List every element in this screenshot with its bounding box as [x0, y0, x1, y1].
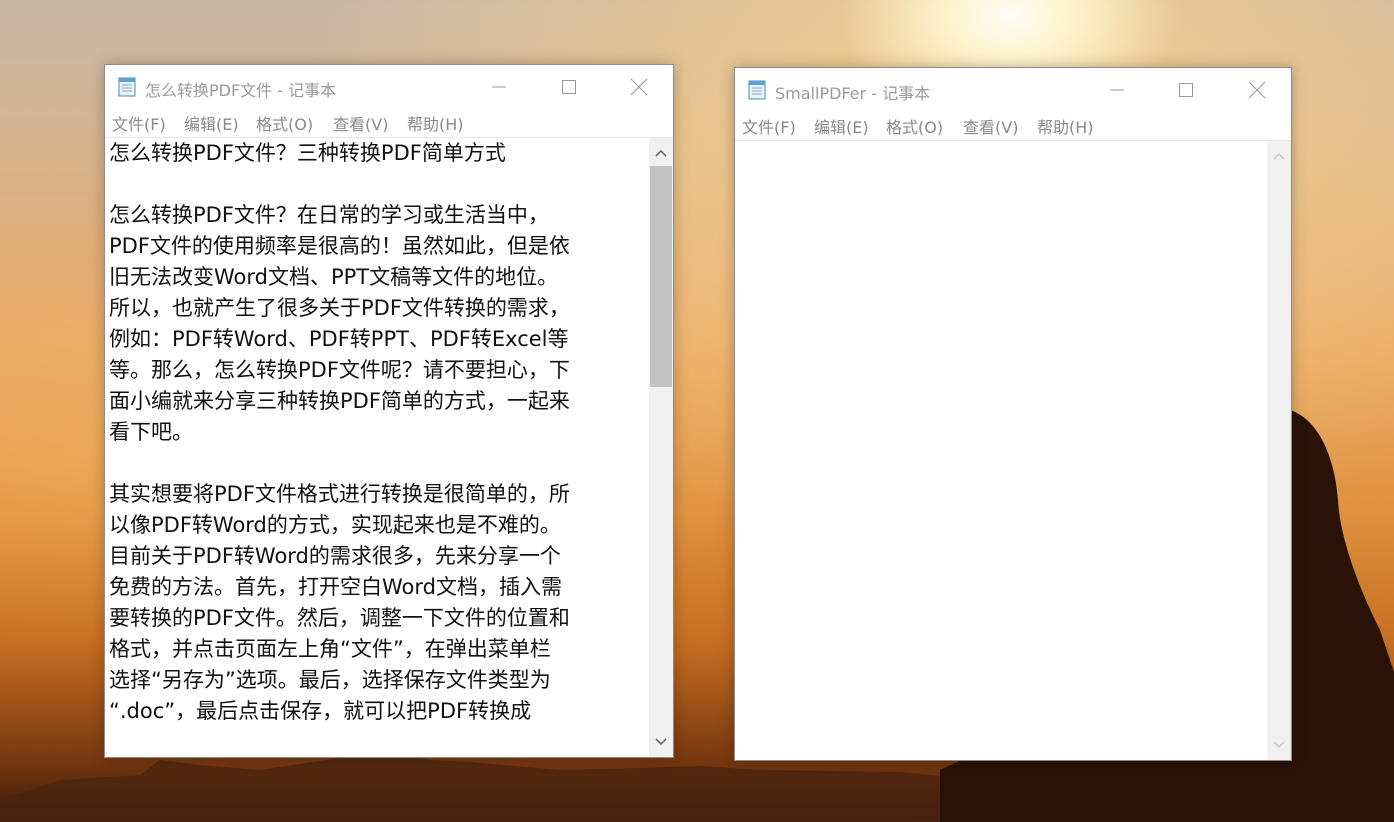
text-line: 看下吧。	[109, 420, 193, 444]
maximize-icon	[562, 80, 576, 94]
text-line: 格式，并点击页面左上角“文件”，在弹出菜单栏	[109, 637, 551, 661]
title-bar[interactable]: 怎么转换PDF文件 - 记事本	[105, 65, 673, 109]
notepad-window-left[interactable]: 怎么转换PDF文件 - 记事本 文件(F) 编辑(E) 格式(O) 查看(V) …	[104, 64, 674, 758]
close-icon	[630, 78, 648, 96]
maximize-button[interactable]	[1158, 68, 1214, 112]
notepad-icon	[748, 80, 766, 100]
maximize-icon	[1179, 83, 1193, 97]
scroll-down-arrow-icon	[655, 738, 667, 746]
menu-help[interactable]: 帮助(H)	[1037, 114, 1094, 138]
menu-format[interactable]: 格式(O)	[886, 114, 943, 138]
scroll-up-arrow-icon	[655, 149, 667, 157]
window-title: SmallPDFer - 记事本	[775, 84, 931, 103]
text-line: 选择“另存为”选项。最后，选择保存文件类型为	[109, 668, 551, 692]
scroll-up-arrow-icon	[1273, 152, 1285, 160]
close-icon	[1248, 81, 1266, 99]
text-line: 所以，也就产生了很多关于PDF文件转换的需求，	[109, 296, 570, 320]
text-editor[interactable]	[735, 140, 1291, 760]
menu-help[interactable]: 帮助(H)	[407, 111, 464, 135]
text-line: 等。那么，怎么转换PDF文件呢？请不要担心，下	[109, 358, 570, 382]
editor-content[interactable]	[739, 141, 1265, 760]
scroll-up-button[interactable]	[649, 142, 673, 164]
scroll-up-button[interactable]	[1267, 145, 1291, 167]
maximize-button[interactable]	[541, 65, 597, 109]
window-title: 怎么转换PDF文件 - 记事本	[145, 81, 337, 100]
text-line: 以像PDF转Word的方式，实现起来也是不难的。	[109, 513, 561, 537]
text-line	[109, 448, 647, 479]
menu-file[interactable]: 文件(F)	[112, 111, 166, 135]
menu-format[interactable]: 格式(O)	[256, 111, 313, 135]
title-bar[interactable]: SmallPDFer - 记事本	[735, 68, 1291, 112]
minimize-button[interactable]	[471, 65, 527, 109]
notepad-icon	[118, 77, 136, 97]
minimize-icon	[1110, 89, 1124, 91]
menu-view[interactable]: 查看(V)	[963, 114, 1018, 138]
scroll-down-button[interactable]	[649, 731, 673, 753]
notepad-window-right[interactable]: SmallPDFer - 记事本 文件(F) 编辑(E) 格式(O) 查看(V)…	[734, 67, 1292, 761]
text-line: 目前关于PDF转Word的需求很多，先来分享一个	[109, 544, 561, 568]
menu-bar: 文件(F) 编辑(E) 格式(O) 查看(V) 帮助(H)	[105, 109, 673, 137]
text-line: 面小编就来分享三种转换PDF简单的方式，一起来	[109, 389, 570, 413]
text-editor[interactable]: 怎么转换PDF文件？三种转换PDF简单方式 怎么转换PDF文件？在日常的学习或生…	[105, 137, 673, 757]
text-line: 怎么转换PDF文件？三种转换PDF简单方式	[109, 141, 506, 165]
text-line: 怎么转换PDF文件？在日常的学习或生活当中，	[109, 203, 549, 227]
menu-file[interactable]: 文件(F)	[742, 114, 796, 138]
menu-bar: 文件(F) 编辑(E) 格式(O) 查看(V) 帮助(H)	[735, 112, 1291, 140]
text-line: 免费的方法。首先，打开空白Word文档，插入需	[109, 575, 562, 599]
text-line: 其实想要将PDF文件格式进行转换是很简单的，所	[109, 482, 570, 506]
vertical-scrollbar[interactable]	[1267, 141, 1291, 760]
menu-edit[interactable]: 编辑(E)	[184, 111, 239, 135]
scroll-thumb[interactable]	[650, 166, 672, 387]
menu-edit[interactable]: 编辑(E)	[814, 114, 869, 138]
minimize-icon	[492, 86, 506, 88]
scroll-down-button[interactable]	[1267, 734, 1291, 756]
text-line: “.doc”，最后点击保存，就可以把PDF转换成	[109, 699, 532, 723]
text-line: 旧无法改变Word文档、PPT文稿等文件的地位。	[109, 265, 559, 289]
close-button[interactable]	[1229, 68, 1285, 112]
vertical-scrollbar[interactable]	[649, 138, 673, 757]
text-line: 要转换的PDF文件。然后，调整一下文件的位置和	[109, 606, 570, 630]
minimize-button[interactable]	[1089, 68, 1145, 112]
menu-view[interactable]: 查看(V)	[333, 111, 388, 135]
text-line	[109, 169, 647, 200]
scroll-down-arrow-icon	[1273, 741, 1285, 749]
text-line: 例如：PDF转Word、PDF转PPT、PDF转Excel等	[109, 327, 569, 351]
close-button[interactable]	[611, 65, 667, 109]
editor-content[interactable]: 怎么转换PDF文件？三种转换PDF简单方式 怎么转换PDF文件？在日常的学习或生…	[109, 138, 647, 757]
text-line: PDF文件的使用频率是很高的！虽然如此，但是依	[109, 234, 570, 258]
